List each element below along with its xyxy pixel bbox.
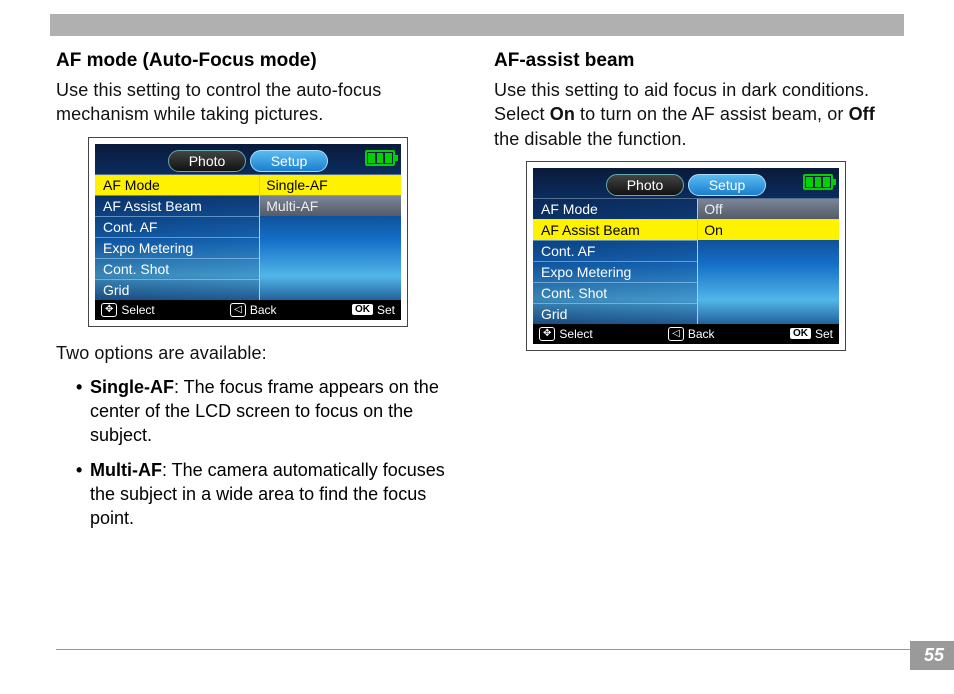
af-mode-intro: Use this setting to control the auto-foc… <box>56 78 460 127</box>
dpad-icon: ✥ <box>539 327 555 341</box>
settings-menu: AF Mode AF Assist Beam Cont. AF Expo Met… <box>533 199 698 324</box>
menu-af-mode[interactable]: AF Mode <box>95 175 259 195</box>
footer-select: ✥Select <box>101 303 155 317</box>
af-mode-heading: AF mode (Auto-Focus mode) <box>56 50 460 72</box>
lcd-footer: ✥Select ◁Back OKSet <box>95 300 401 320</box>
ok-icon: OK <box>790 328 811 339</box>
menu-cont-af[interactable]: Cont. AF <box>95 216 259 237</box>
right-column: AF-assist beam Use this setting to aid f… <box>494 50 898 541</box>
submenu: Off On <box>698 199 839 324</box>
submenu-multi-af[interactable]: Multi-AF <box>260 195 401 216</box>
menu-af-assist[interactable]: AF Assist Beam <box>533 219 697 240</box>
menu-grid[interactable]: Grid <box>533 303 697 324</box>
dpad-icon: ✥ <box>101 303 117 317</box>
menu-cont-af[interactable]: Cont. AF <box>533 240 697 261</box>
menu-af-assist[interactable]: AF Assist Beam <box>95 195 259 216</box>
back-icon: ◁ <box>668 327 684 341</box>
af-assist-screenshot: Photo Setup AF Mode AF Assist Beam Cont.… <box>526 161 846 351</box>
camera-lcd-af-mode: Photo Setup AF Mode AF Assist Beam Cont.… <box>95 144 401 320</box>
footer-set: OKSet <box>352 303 395 317</box>
camera-lcd-af-assist: Photo Setup AF Mode AF Assist Beam Cont.… <box>533 168 839 344</box>
page-body: AF mode (Auto-Focus mode) Use this setti… <box>56 50 898 654</box>
tab-setup[interactable]: Setup <box>688 174 766 196</box>
submenu: Single-AF Multi-AF <box>260 175 401 300</box>
page-footer-rule <box>56 649 920 650</box>
ok-icon: OK <box>352 304 373 315</box>
af-mode-screenshot: Photo Setup AF Mode AF Assist Beam Cont.… <box>88 137 408 327</box>
submenu-single-af[interactable]: Single-AF <box>260 175 401 195</box>
back-icon: ◁ <box>230 303 246 317</box>
af-mode-options-intro: Two options are available: <box>56 341 460 365</box>
option-multi-af: Multi-AF: The camera automatically focus… <box>76 458 460 531</box>
footer-back: ◁Back <box>668 327 714 341</box>
submenu-off[interactable]: Off <box>698 199 839 219</box>
battery-icon <box>365 150 395 166</box>
settings-menu: AF Mode AF Assist Beam Cont. AF Expo Met… <box>95 175 260 300</box>
option-single-af: Single-AF: The focus frame appears on th… <box>76 375 460 448</box>
page-header-bar <box>50 14 904 36</box>
menu-af-mode[interactable]: AF Mode <box>533 199 697 219</box>
page-number: 55 <box>910 641 954 670</box>
lcd-footer: ✥Select ◁Back OKSet <box>533 324 839 344</box>
menu-expo-metering[interactable]: Expo Metering <box>95 237 259 258</box>
menu-grid[interactable]: Grid <box>95 279 259 300</box>
left-column: AF mode (Auto-Focus mode) Use this setti… <box>56 50 460 541</box>
af-mode-options-list: Single-AF: The focus frame appears on th… <box>56 375 460 531</box>
af-assist-intro: Use this setting to aid focus in dark co… <box>494 78 898 151</box>
submenu-on[interactable]: On <box>698 219 839 240</box>
tab-setup[interactable]: Setup <box>250 150 328 172</box>
tab-photo[interactable]: Photo <box>606 174 684 196</box>
menu-expo-metering[interactable]: Expo Metering <box>533 261 697 282</box>
af-assist-heading: AF-assist beam <box>494 50 898 72</box>
menu-cont-shot[interactable]: Cont. Shot <box>533 282 697 303</box>
footer-back: ◁Back <box>230 303 276 317</box>
footer-select: ✥Select <box>539 327 593 341</box>
menu-cont-shot[interactable]: Cont. Shot <box>95 258 259 279</box>
battery-icon <box>803 174 833 190</box>
tab-photo[interactable]: Photo <box>168 150 246 172</box>
footer-set: OKSet <box>790 327 833 341</box>
